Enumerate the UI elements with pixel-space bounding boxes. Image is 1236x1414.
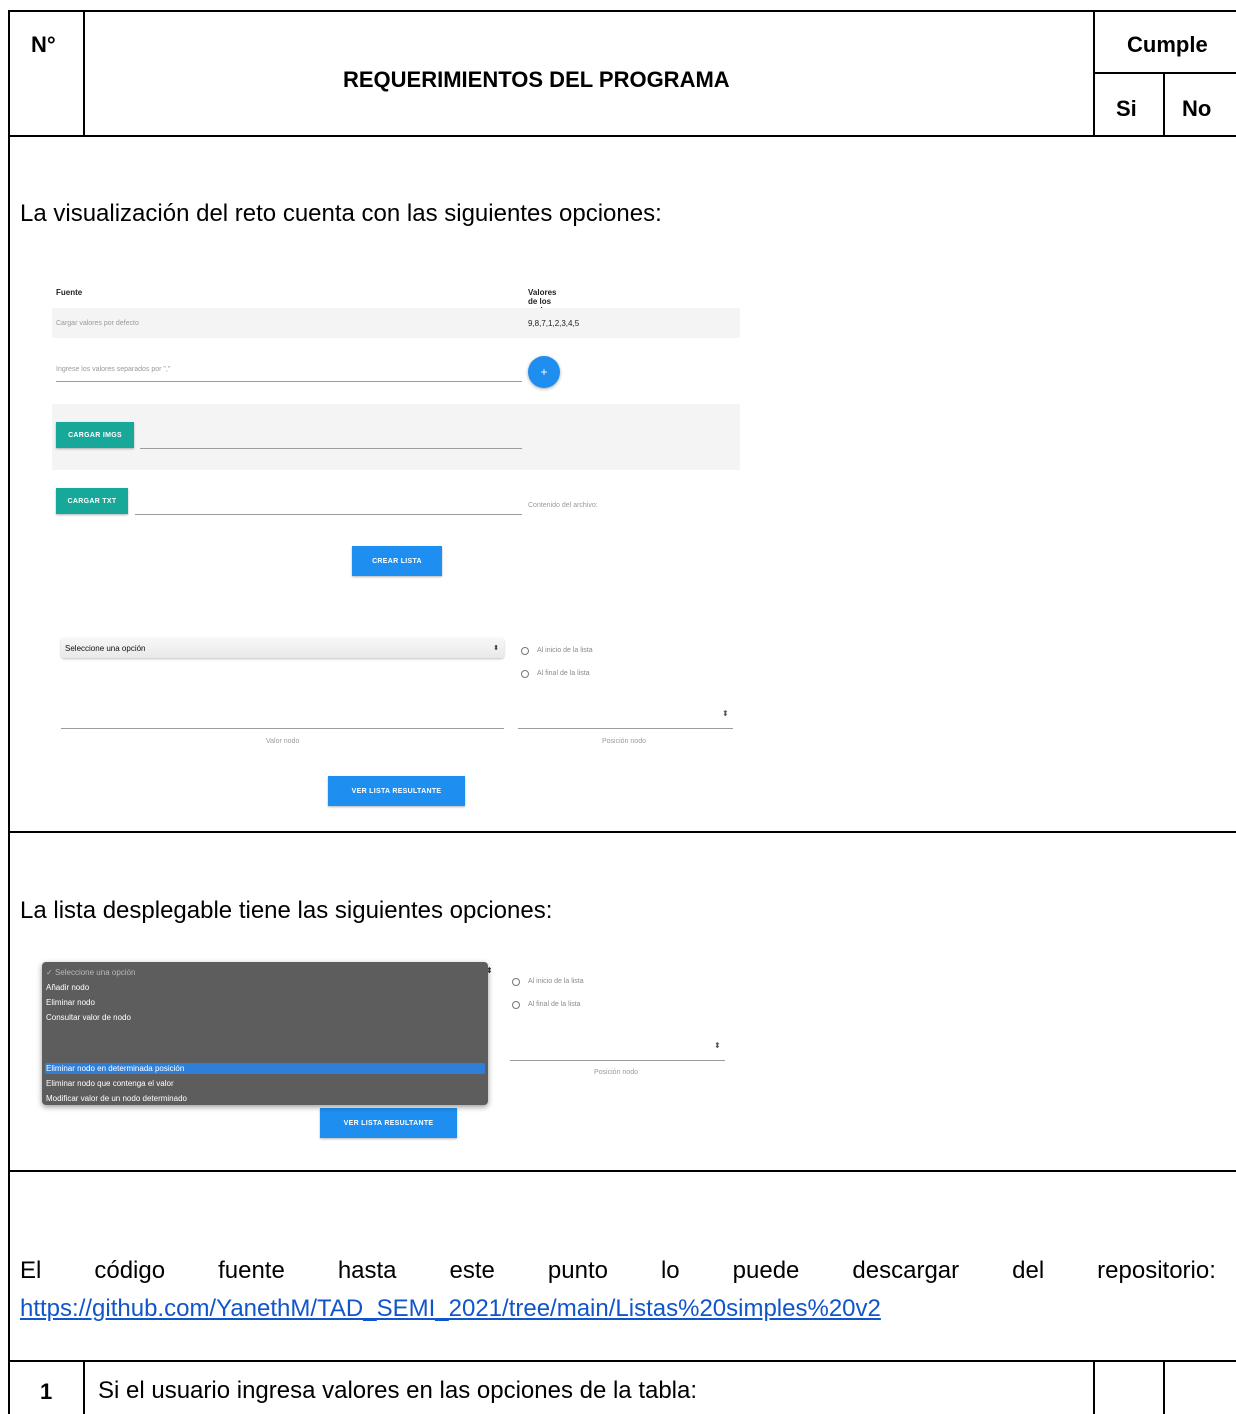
cargar-txt-button[interactable]: CARGAR TXT <box>56 488 128 514</box>
defecto-row <box>52 308 740 338</box>
header-cumple: Cumple <box>1127 32 1208 57</box>
row1-text: Si el usuario ingresa valores en las opc… <box>98 1377 698 1404</box>
section1-bottom <box>8 831 1236 833</box>
valor-nodo-label: Valor nodo <box>266 738 300 745</box>
imgs-row <box>52 404 740 470</box>
menu-item-anadir[interactable]: Añadir nodo <box>46 982 89 993</box>
header-num: N° <box>31 32 56 57</box>
checkmark-icon: ✓ <box>46 968 53 977</box>
menu-item-eliminar-valor[interactable]: Eliminar nodo que contenga el valor <box>46 1078 174 1089</box>
radio-inicio[interactable] <box>521 647 529 655</box>
header-divider-num <box>83 10 85 137</box>
menu-item-eliminar-posicion[interactable]: Eliminar nodo en determinada posición <box>46 1063 184 1074</box>
row1-divider-no <box>1163 1360 1165 1414</box>
table-border-top <box>8 10 1236 12</box>
radio-inicio-2[interactable] <box>512 978 520 986</box>
plus-icon: + <box>540 365 548 379</box>
stepper-icon[interactable]: ⬍ <box>722 709 729 718</box>
cargar-defecto-link[interactable]: Cargar valores por defecto <box>56 320 139 327</box>
header-no: No <box>1182 96 1212 121</box>
stepper-icon-2[interactable]: ⬍ <box>714 1041 721 1050</box>
menu-item-modificar[interactable]: Modificar valor de un nodo determinado <box>46 1093 187 1104</box>
fuente-label: Fuente <box>56 288 83 297</box>
section3-text: El código fuente hasta este punto lo pue… <box>20 1257 1216 1284</box>
contenido-archivo-label: Contenido del archivo: <box>528 502 598 509</box>
repository-link[interactable]: https://github.com/YanethM/TAD_SEMI_2021… <box>20 1295 881 1323</box>
radio-inicio-label: Al inicio de la lista <box>537 647 593 654</box>
menu-item-consultar[interactable]: Consultar valor de nodo <box>46 1012 131 1023</box>
radio-final-2[interactable] <box>512 1001 520 1009</box>
txt-input-underline[interactable] <box>135 514 522 515</box>
radio-final[interactable] <box>521 670 529 678</box>
cargar-imgs-button[interactable]: CARGAR IMGS <box>56 422 134 448</box>
radio-inicio-label-2: Al inicio de la lista <box>528 978 584 985</box>
table-border-left <box>8 10 10 1414</box>
section2-bottom <box>8 1170 1236 1172</box>
ver-lista-button-2[interactable]: VER LISTA RESULTANTE <box>320 1108 457 1138</box>
menu-item-placeholder[interactable]: ✓ Seleccione una opción <box>46 967 135 978</box>
select-value: Seleccione una opción <box>65 643 146 653</box>
radio-final-label: Al final de la lista <box>537 670 590 677</box>
menu-item-eliminar[interactable]: Eliminar nodo <box>46 997 95 1008</box>
header-title: REQUERIMIENTOS DEL PROGRAMA <box>343 67 730 92</box>
dropdown-menu: ✓ Seleccione una opción Añadir nodo Elim… <box>42 962 488 1105</box>
radio-final-label-2: Al final de la lista <box>528 1001 581 1008</box>
values-input[interactable]: Ingrese los valores separados por "," <box>56 366 170 373</box>
crear-lista-button[interactable]: CREAR LISTA <box>352 546 442 576</box>
header-divider-si-no <box>1163 72 1165 137</box>
section3-bottom <box>8 1360 1236 1362</box>
header-si: Si <box>1116 96 1137 121</box>
operation-select[interactable]: Seleccione una opción ⬍ <box>61 638 504 658</box>
row1-divider-si <box>1093 1360 1095 1414</box>
posicion-nodo-input[interactable] <box>518 728 733 729</box>
valores-defecto: 9,8,7,1,2,3,4,5 <box>528 319 580 328</box>
section1-text: La visualización del reto cuenta con las… <box>20 200 662 227</box>
row1-divider-num <box>83 1360 85 1414</box>
row1-num: 1 <box>40 1379 53 1404</box>
add-button[interactable]: + <box>528 356 560 388</box>
ver-lista-button[interactable]: VER LISTA RESULTANTE <box>328 776 465 806</box>
header-bottom <box>8 135 1236 137</box>
imgs-input-underline[interactable] <box>140 448 522 449</box>
posicion-nodo-label: Posición nodo <box>602 738 646 745</box>
posicion-nodo-label-2: Posición nodo <box>594 1069 638 1076</box>
valor-nodo-input[interactable] <box>61 728 504 729</box>
section2-text: La lista desplegable tiene las siguiente… <box>20 897 553 924</box>
select-arrows-icon: ⬍ <box>493 645 499 652</box>
posicion-nodo-input-2[interactable] <box>510 1060 725 1061</box>
values-input-underline <box>56 381 522 382</box>
